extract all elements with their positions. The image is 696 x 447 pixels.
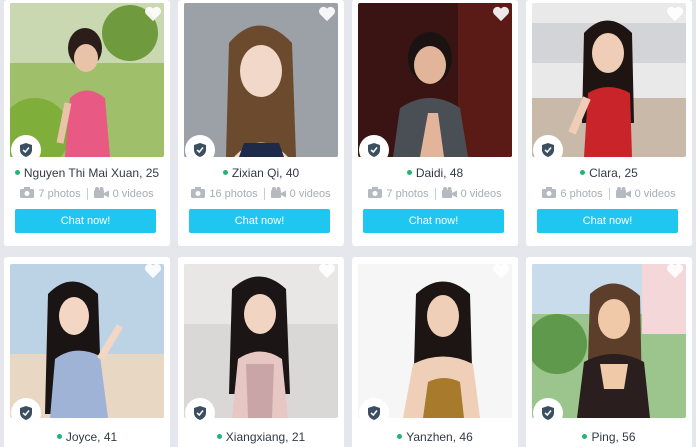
online-indicator bbox=[14, 170, 20, 176]
media-counts: 7 photos 0 videos bbox=[352, 187, 518, 201]
chat-now-button[interactable]: Chat now! bbox=[537, 209, 678, 233]
heart-icon[interactable] bbox=[492, 263, 510, 279]
profile-photo[interactable] bbox=[532, 264, 686, 418]
media-counts: 16 photos 0 videos bbox=[178, 187, 344, 201]
profile-photo[interactable] bbox=[532, 3, 686, 157]
divider bbox=[434, 188, 436, 200]
online-indicator bbox=[406, 170, 412, 176]
profile-card[interactable]: Zixian Qi, 40 16 photos 0 videos Chat no… bbox=[178, 0, 344, 246]
profile-card[interactable]: Ping, 56 bbox=[526, 257, 692, 447]
profile-photo[interactable] bbox=[358, 3, 512, 157]
profile-name[interactable]: Ping, 56 bbox=[526, 430, 692, 444]
profile-name[interactable]: Zixian Qi, 40 bbox=[178, 166, 344, 180]
camera-icon bbox=[368, 187, 383, 201]
video-camera-icon bbox=[270, 187, 286, 201]
profile-photo[interactable] bbox=[10, 3, 164, 157]
media-counts: 6 photos 0 videos bbox=[526, 187, 692, 201]
profile-card[interactable]: Xiangxiang, 21 bbox=[178, 257, 344, 447]
heart-icon[interactable] bbox=[666, 263, 684, 279]
profile-grid: Nguyen Thi Mai Xuan, 25 7 photos 0 video… bbox=[0, 0, 696, 447]
heart-icon[interactable] bbox=[144, 6, 162, 22]
heart-icon[interactable] bbox=[144, 263, 162, 279]
verified-shield-icon bbox=[533, 398, 563, 428]
video-camera-icon bbox=[615, 187, 631, 201]
media-counts: 7 photos 0 videos bbox=[4, 187, 170, 201]
verified-shield-icon bbox=[359, 135, 389, 165]
video-camera-icon bbox=[441, 187, 457, 201]
profile-card[interactable]: Joyce, 41 bbox=[4, 257, 170, 447]
online-indicator bbox=[582, 434, 588, 440]
profile-name[interactable]: Joyce, 41 bbox=[4, 430, 170, 444]
chat-now-button[interactable]: Chat now! bbox=[15, 209, 156, 233]
profile-photo[interactable] bbox=[358, 264, 512, 418]
profile-name[interactable]: Daidi, 48 bbox=[352, 166, 518, 180]
verified-shield-icon bbox=[11, 135, 41, 165]
online-indicator bbox=[397, 434, 403, 440]
verified-shield-icon bbox=[185, 398, 215, 428]
photo-count[interactable]: 6 photos bbox=[560, 188, 602, 200]
profile-name[interactable]: Clara, 25 bbox=[526, 166, 692, 180]
online-indicator bbox=[216, 434, 222, 440]
video-count[interactable]: 0 videos bbox=[461, 188, 502, 200]
photo-count[interactable]: 16 photos bbox=[209, 188, 257, 200]
video-count[interactable]: 0 videos bbox=[113, 188, 154, 200]
profile-card[interactable]: Nguyen Thi Mai Xuan, 25 7 photos 0 video… bbox=[4, 0, 170, 246]
camera-icon bbox=[20, 187, 35, 201]
divider bbox=[86, 188, 88, 200]
profile-card[interactable]: Daidi, 48 7 photos 0 videos Chat now! bbox=[352, 0, 518, 246]
verified-shield-icon bbox=[533, 135, 563, 165]
verified-shield-icon bbox=[11, 398, 41, 428]
verified-shield-icon bbox=[185, 135, 215, 165]
online-indicator bbox=[222, 170, 228, 176]
heart-icon[interactable] bbox=[318, 263, 336, 279]
profile-photo[interactable] bbox=[10, 264, 164, 418]
profile-card[interactable]: Clara, 25 6 photos 0 videos Chat now! bbox=[526, 0, 692, 246]
profile-name[interactable]: Xiangxiang, 21 bbox=[178, 430, 344, 444]
profile-name[interactable]: Yanzhen, 46 bbox=[352, 430, 518, 444]
divider bbox=[263, 188, 265, 200]
video-count[interactable]: 0 videos bbox=[635, 188, 676, 200]
video-camera-icon bbox=[93, 187, 109, 201]
heart-icon[interactable] bbox=[666, 6, 684, 22]
photo-count[interactable]: 7 photos bbox=[38, 188, 80, 200]
profile-name[interactable]: Nguyen Thi Mai Xuan, 25 bbox=[4, 166, 170, 180]
online-indicator bbox=[56, 434, 62, 440]
profile-photo[interactable] bbox=[184, 264, 338, 418]
divider bbox=[608, 188, 610, 200]
video-count[interactable]: 0 videos bbox=[290, 188, 331, 200]
profile-card[interactable]: Yanzhen, 46 bbox=[352, 257, 518, 447]
chat-now-button[interactable]: Chat now! bbox=[189, 209, 330, 233]
heart-icon[interactable] bbox=[318, 6, 336, 22]
profile-photo[interactable] bbox=[184, 3, 338, 157]
online-indicator bbox=[580, 170, 586, 176]
camera-icon bbox=[191, 187, 206, 201]
photo-count[interactable]: 7 photos bbox=[386, 188, 428, 200]
camera-icon bbox=[542, 187, 557, 201]
verified-shield-icon bbox=[359, 398, 389, 428]
chat-now-button[interactable]: Chat now! bbox=[363, 209, 504, 233]
heart-icon[interactable] bbox=[492, 6, 510, 22]
